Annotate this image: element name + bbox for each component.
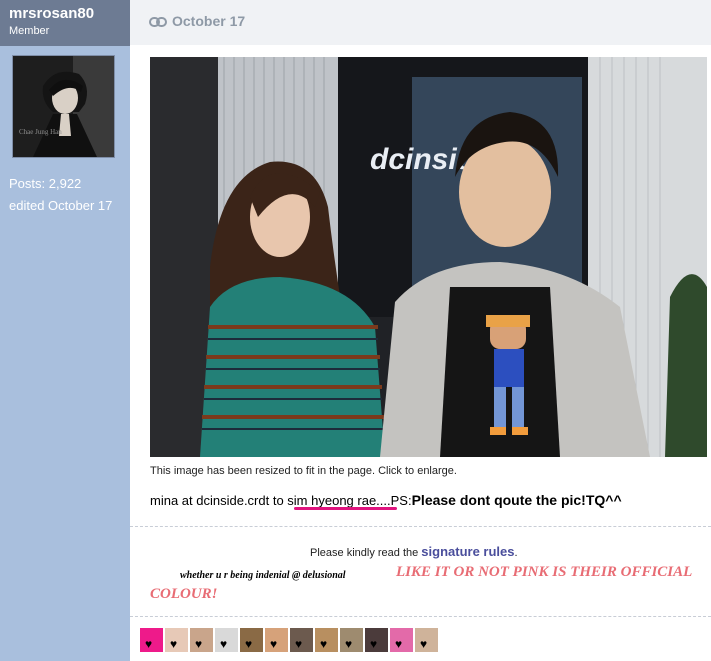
user-header: mrsrosan80 Member: [0, 0, 130, 46]
highlight-underline: [294, 507, 397, 510]
heart-icon: ♥: [145, 637, 153, 651]
photo-scene: dcinside: [150, 57, 707, 457]
link-icon[interactable]: [149, 15, 167, 33]
post-caption: mina at dcinside.crdt to sim hyeong rae.…: [150, 492, 622, 508]
banner-tile: ♥: [165, 628, 188, 652]
user-role: Member: [9, 25, 50, 37]
avatar[interactable]: Chae Jung Han: [12, 55, 115, 158]
post-image[interactable]: dcinside: [150, 57, 707, 457]
signature-divider-2: [130, 616, 711, 617]
heart-icon: ♥: [420, 637, 428, 651]
signature-small-text: whether u r being indenial @ delusional: [180, 570, 346, 581]
heart-icon: ♥: [245, 637, 253, 651]
signature-divider: [130, 526, 711, 527]
heart-icon: ♥: [320, 637, 328, 651]
signature-banner: ♥ ♥ ♥ ♥ ♥ ♥ ♥ ♥ ♥ ♥ ♥ ♥: [140, 628, 438, 652]
banner-tile: ♥: [265, 628, 288, 652]
caption-ps: PS:: [390, 493, 412, 508]
banner-tile: ♥: [240, 628, 263, 652]
signature-read-end: .: [514, 547, 518, 559]
username-link[interactable]: mrsrosan80: [9, 5, 94, 22]
banner-tile: ♥: [290, 628, 313, 652]
resize-notice[interactable]: This image has been resized to fit in th…: [150, 465, 457, 477]
signature-read-text: Please kindly read the: [310, 547, 422, 559]
banner-tile: ♥: [390, 628, 413, 652]
banner-tile: ♥: [140, 628, 163, 652]
banner-tile: ♥: [415, 628, 438, 652]
user-sidebar: mrsrosan80 Member Chae Jung Han Posts: 2…: [0, 0, 130, 661]
banner-tile: ♥: [215, 628, 238, 652]
heart-icon: ♥: [295, 637, 303, 651]
caption-text: mina at dcinside.crdt to: [150, 493, 288, 508]
banner-tile: ♥: [315, 628, 338, 652]
signature-rules-link[interactable]: signature rules: [421, 544, 514, 559]
heart-icon: ♥: [395, 637, 403, 651]
heart-icon: ♥: [195, 637, 203, 651]
banner-tile: ♥: [365, 628, 388, 652]
avatar-portrait: [13, 56, 114, 157]
avatar-caption: Chae Jung Han: [19, 128, 62, 136]
caption-credit: sim hyeong rae....: [287, 493, 391, 508]
banner-tile: ♥: [340, 628, 363, 652]
caption-bold: Please dont qoute the pic!TQ^^: [411, 492, 622, 508]
heart-icon: ♥: [220, 637, 228, 651]
signature-notice: Please kindly read the signature rules.: [310, 544, 518, 559]
post-date[interactable]: October 17: [172, 13, 245, 29]
signature-big-text-1: LIKE IT OR NOT PINK IS THEIR OFFICIAL: [396, 564, 693, 580]
heart-icon: ♥: [370, 637, 378, 651]
edited-date: edited October 17: [9, 198, 113, 213]
banner-tile: ♥: [190, 628, 213, 652]
post-header: October 17: [130, 0, 711, 45]
post-count: Posts: 2,922: [9, 176, 81, 191]
heart-icon: ♥: [270, 637, 278, 651]
heart-icon: ♥: [345, 637, 353, 651]
signature-big-text-2: COLOUR!: [150, 586, 218, 602]
heart-icon: ♥: [170, 637, 178, 651]
posts-value: 2,922: [48, 176, 82, 191]
posts-label: Posts:: [9, 176, 46, 191]
